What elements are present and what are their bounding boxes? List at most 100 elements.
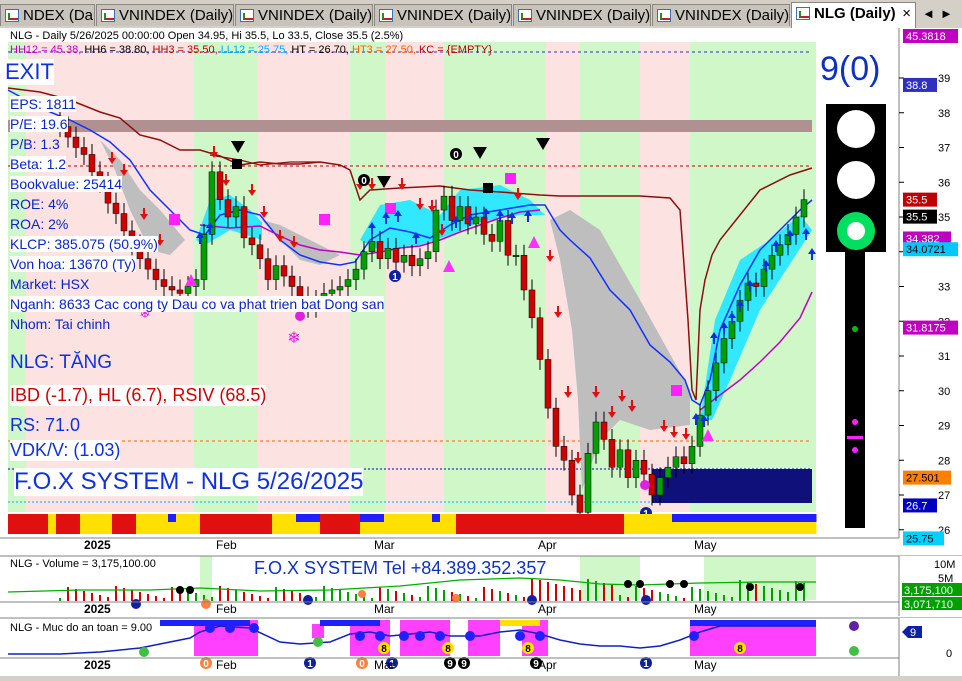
year-label: 2025 bbox=[84, 658, 111, 672]
state-cell bbox=[752, 514, 761, 522]
state-cell bbox=[632, 522, 641, 534]
candle-body bbox=[800, 199, 808, 218]
state-cell bbox=[456, 514, 465, 522]
marker-label: 0 bbox=[359, 659, 365, 670]
state-cell bbox=[448, 514, 457, 522]
candle-body bbox=[640, 460, 648, 475]
candle-body bbox=[768, 254, 776, 270]
state-cell bbox=[528, 514, 537, 522]
state-cell bbox=[376, 522, 385, 534]
month-label: Apr bbox=[538, 538, 557, 552]
state-cell bbox=[400, 522, 409, 534]
volume-bar bbox=[683, 598, 685, 601]
state-cell bbox=[176, 514, 185, 522]
state-cell bbox=[344, 514, 353, 522]
volume-bar bbox=[323, 586, 325, 601]
tab-ndex[interactable]: NDEX (Daily) bbox=[0, 4, 95, 26]
tab-vnindex-5[interactable]: VNINDEX (Daily) bbox=[652, 4, 790, 26]
price-badge-label: 38.8 bbox=[906, 80, 927, 92]
state-cell bbox=[136, 522, 145, 534]
price-tick-label: 29 bbox=[938, 421, 950, 433]
state-cell bbox=[240, 514, 249, 522]
state-cell bbox=[120, 514, 129, 522]
volume-bar bbox=[699, 589, 701, 601]
state-cell bbox=[512, 522, 521, 534]
scroll-right-icon[interactable]: ► bbox=[940, 6, 953, 21]
tab-nlg[interactable]: NLG (Daily) × bbox=[791, 2, 916, 28]
state-cell bbox=[312, 514, 321, 522]
volume-bar bbox=[99, 595, 101, 601]
state-cell bbox=[728, 514, 737, 522]
state-cell bbox=[736, 514, 745, 522]
candle-body bbox=[440, 195, 448, 211]
pb-label: P/B: 1.3 bbox=[10, 136, 60, 152]
volume-bar bbox=[603, 583, 605, 601]
state-cell bbox=[704, 522, 713, 534]
scroll-left-icon[interactable]: ◄ bbox=[922, 6, 935, 21]
tab-vnindex-3[interactable]: VNINDEX (Daily) bbox=[374, 4, 512, 26]
state-cell bbox=[152, 514, 161, 522]
state-cell bbox=[392, 514, 401, 522]
state-cell bbox=[72, 514, 81, 522]
state-cell bbox=[632, 514, 641, 522]
state-cell bbox=[200, 514, 209, 522]
chart-icon bbox=[240, 9, 254, 22]
price-tick-label: 30 bbox=[938, 386, 950, 398]
state-cell bbox=[592, 514, 601, 522]
candle-body bbox=[720, 338, 728, 364]
state-cell bbox=[496, 514, 505, 522]
state-cell bbox=[296, 522, 305, 534]
volume-axis-tick: 10M bbox=[934, 559, 955, 571]
candle-body bbox=[680, 456, 688, 464]
candle-body bbox=[112, 202, 120, 214]
tab-vnindex-4[interactable]: VNINDEX (Daily) bbox=[513, 4, 651, 26]
price-badge-label: 27.501 bbox=[906, 473, 940, 485]
state-cell bbox=[552, 522, 561, 534]
state-cell bbox=[688, 522, 697, 534]
month-label: Feb bbox=[216, 602, 237, 616]
price-badge-label: 35.5 bbox=[906, 195, 927, 207]
volume-bar bbox=[411, 595, 413, 601]
state-cell bbox=[248, 514, 257, 522]
marker-label: 0 bbox=[453, 150, 459, 161]
tab-vnindex-2[interactable]: VNINDEX (Daily) bbox=[235, 4, 373, 26]
state-cell bbox=[712, 514, 721, 522]
exit-signal-label: EXIT bbox=[5, 59, 54, 85]
state-cell bbox=[56, 522, 65, 534]
candle-body bbox=[408, 254, 416, 266]
state-cell bbox=[680, 522, 689, 534]
state-cell bbox=[472, 514, 481, 522]
volume-bar bbox=[771, 588, 773, 601]
marker-label: 1 bbox=[307, 659, 313, 670]
state-cell bbox=[648, 514, 657, 522]
state-cell bbox=[184, 514, 193, 522]
state-cell bbox=[32, 522, 41, 534]
chart-area[interactable]: 1 0 0 1 ❄ ❄ 3938373635343332313029282726… bbox=[0, 28, 962, 676]
state-cell bbox=[568, 522, 577, 534]
volume-bar bbox=[723, 595, 725, 601]
candle-body bbox=[616, 449, 624, 468]
state-cell bbox=[680, 514, 689, 522]
price-tick-label: 33 bbox=[938, 282, 950, 294]
candle-body bbox=[256, 244, 264, 259]
candle-body bbox=[624, 449, 632, 478]
candle-body bbox=[424, 251, 432, 259]
volume-bar bbox=[691, 587, 693, 601]
volume-bar bbox=[83, 591, 85, 601]
tab-vnindex-1[interactable]: VNINDEX (Daily) bbox=[96, 4, 234, 26]
price-tick-label: 28 bbox=[938, 455, 950, 467]
close-tab-icon[interactable]: × bbox=[902, 3, 911, 25]
volume-bar bbox=[59, 598, 61, 601]
candle-body bbox=[280, 265, 288, 277]
state-cell bbox=[720, 514, 729, 522]
state-cell bbox=[696, 514, 705, 522]
state-cell bbox=[536, 514, 545, 522]
state-cell bbox=[120, 522, 129, 534]
volume-bar bbox=[555, 584, 557, 601]
candle-body bbox=[88, 154, 96, 173]
state-cell bbox=[152, 522, 161, 534]
marker-label: 0 bbox=[203, 659, 209, 670]
state-cell bbox=[416, 522, 425, 534]
system-title: F.O.X SYSTEM - NLG 5/26/2025 bbox=[14, 468, 364, 496]
state-cell bbox=[72, 522, 81, 534]
